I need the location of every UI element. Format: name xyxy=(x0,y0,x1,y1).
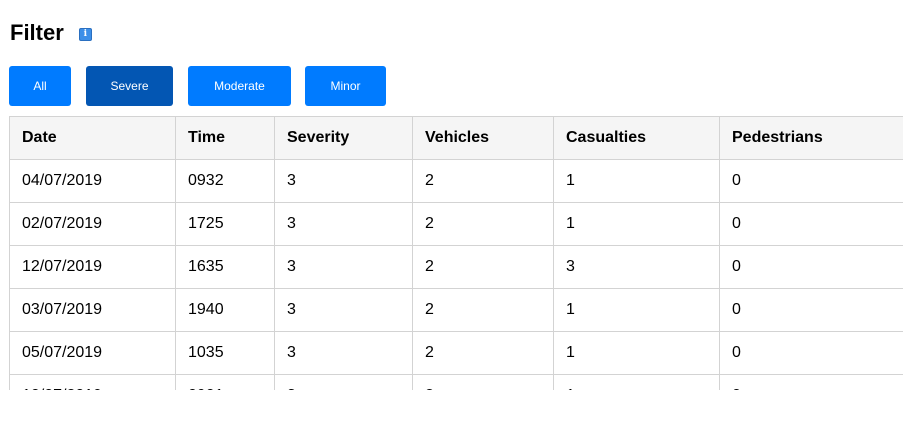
cell-time: 0932 xyxy=(175,159,275,203)
accidents-table-container[interactable]: Date Time Severity Vehicles Casualties P… xyxy=(9,116,903,390)
cell-casualties: 1 xyxy=(553,288,720,332)
filter-all-button[interactable]: All xyxy=(9,66,71,106)
column-header-time[interactable]: Time xyxy=(175,116,275,160)
cell-casualties: 3 xyxy=(553,245,720,289)
cell-date: 10/07/2019 xyxy=(9,374,176,390)
cell-severity: 3 xyxy=(274,245,413,289)
cell-pedestrians: 0 xyxy=(719,374,903,390)
table-row[interactable]: 10/07/201909013210 xyxy=(9,374,903,390)
cell-date: 04/07/2019 xyxy=(9,159,176,203)
cell-vehicles: 2 xyxy=(412,159,554,203)
cell-vehicles: 2 xyxy=(412,374,554,390)
cell-severity: 3 xyxy=(274,331,413,375)
table-header-row: Date Time Severity Vehicles Casualties P… xyxy=(9,116,903,160)
table-row[interactable]: 05/07/2019 1035 3 2 1 0 xyxy=(9,331,903,375)
cell-casualties: 1 xyxy=(553,374,720,390)
cell-vehicles: 2 xyxy=(412,245,554,289)
cell-casualties: 1 xyxy=(553,159,720,203)
cell-time: 1635 xyxy=(175,245,275,289)
filter-severe-button[interactable]: Severe xyxy=(86,66,173,106)
table-body: 04/07/2019 0932 3 2 1 0 02/07/2019 1725 3 2 1 0 12/0… xyxy=(9,159,903,390)
accidents-table: Date Time Severity Vehicles Casualties P… xyxy=(9,116,903,390)
cell-severity: 3 xyxy=(274,159,413,203)
filter-minor-button[interactable]: Minor xyxy=(305,66,386,106)
table-row[interactable]: 04/07/2019 0932 3 2 1 0 xyxy=(9,159,903,203)
cell-time: 0901 xyxy=(175,374,275,390)
cell-pedestrians: 0 xyxy=(719,159,903,203)
table-row[interactable]: 02/07/2019 1725 3 2 1 0 xyxy=(9,202,903,246)
page-title: Filter xyxy=(10,20,64,45)
cell-casualties: 1 xyxy=(553,331,720,375)
cell-date: 03/07/2019 xyxy=(9,288,176,332)
cell-pedestrians: 0 xyxy=(719,288,903,332)
cell-severity: 3 xyxy=(274,374,413,390)
cell-severity: 3 xyxy=(274,202,413,246)
cell-vehicles: 2 xyxy=(412,202,554,246)
table-row[interactable]: 12/07/2019 1635 3 2 3 0 xyxy=(9,245,903,289)
cell-pedestrians: 0 xyxy=(719,331,903,375)
column-header-pedestrians[interactable]: Pedestrians xyxy=(719,116,903,160)
column-header-casualties[interactable]: Casualties xyxy=(553,116,720,160)
info-icon[interactable]: i xyxy=(78,27,92,41)
cell-time: 1940 xyxy=(175,288,275,332)
cell-time: 1725 xyxy=(175,202,275,246)
column-header-date[interactable]: Date xyxy=(9,116,176,160)
filter-heading: Filter i xyxy=(10,18,92,48)
cell-pedestrians: 0 xyxy=(719,202,903,246)
cell-pedestrians: 0 xyxy=(719,245,903,289)
column-header-severity[interactable]: Severity xyxy=(274,116,413,160)
cell-date: 02/07/2019 xyxy=(9,202,176,246)
cell-vehicles: 2 xyxy=(412,331,554,375)
cell-date: 12/07/2019 xyxy=(9,245,176,289)
table-row[interactable]: 03/07/2019 1940 3 2 1 0 xyxy=(9,288,903,332)
column-header-vehicles[interactable]: Vehicles xyxy=(412,116,554,160)
filter-moderate-button[interactable]: Moderate xyxy=(188,66,291,106)
cell-casualties: 1 xyxy=(553,202,720,246)
cell-time: 1035 xyxy=(175,331,275,375)
cell-severity: 3 xyxy=(274,288,413,332)
cell-date: 05/07/2019 xyxy=(9,331,176,375)
cell-vehicles: 2 xyxy=(412,288,554,332)
